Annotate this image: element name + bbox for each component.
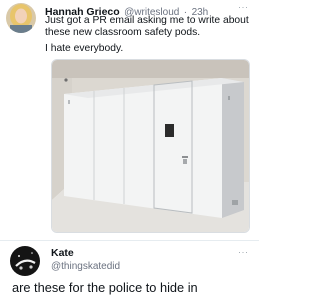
reply-avatar-image bbox=[10, 246, 40, 276]
tweet-more-icon[interactable]: ··· bbox=[238, 2, 249, 12]
reply-more-icon[interactable]: ··· bbox=[238, 247, 249, 257]
author-avatar[interactable] bbox=[6, 3, 36, 33]
tweet-text-line-3: I hate everybody. bbox=[45, 43, 124, 54]
reply-display-name[interactable]: Kate bbox=[51, 247, 74, 259]
reply-handle[interactable]: @thingskatedid bbox=[51, 261, 120, 272]
author-avatar-image bbox=[6, 3, 36, 33]
safety-pod-photo bbox=[52, 60, 249, 232]
reply-text: are these for the police to hide in bbox=[12, 280, 198, 295]
reply-avatar[interactable] bbox=[10, 246, 40, 276]
tweet-media-photo[interactable] bbox=[51, 59, 250, 233]
tweet-text-line-2: these new classroom safety pods. bbox=[45, 27, 201, 38]
thread-divider bbox=[0, 240, 259, 241]
tweet-text-line-1: Just got a PR email asking me to write a… bbox=[45, 15, 249, 26]
